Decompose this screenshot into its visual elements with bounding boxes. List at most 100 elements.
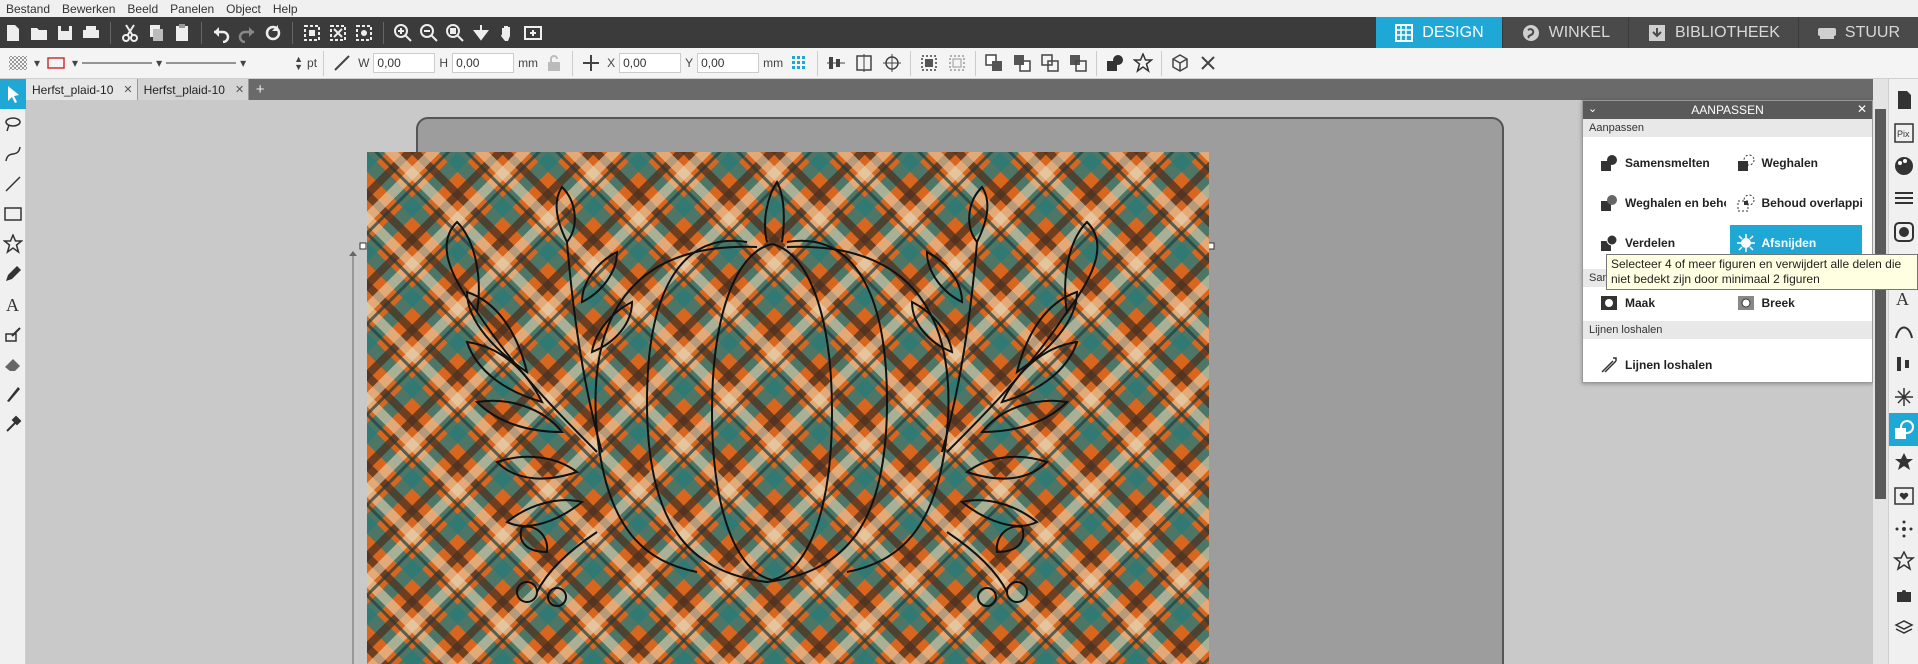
tab-design[interactable]: DESIGN — [1375, 17, 1502, 48]
rectangle-tool-icon[interactable] — [0, 199, 26, 229]
layers-icon[interactable] — [1889, 611, 1918, 644]
chevron-down-icon[interactable]: ▾ — [156, 56, 162, 70]
library-heart-icon[interactable] — [1889, 479, 1918, 512]
send-backward-icon[interactable] — [1066, 51, 1090, 75]
save-icon[interactable] — [52, 20, 78, 46]
menu-beeld[interactable]: Beeld — [121, 2, 164, 16]
copy-icon[interactable] — [143, 20, 169, 46]
line-style-panel-icon[interactable] — [1889, 182, 1918, 215]
transform-icon[interactable] — [1889, 380, 1918, 413]
text-tool-icon[interactable]: A — [0, 289, 26, 319]
select-tool-icon[interactable] — [0, 79, 26, 109]
menu-bestand[interactable]: Bestand — [0, 2, 56, 16]
star-tool-icon[interactable] — [0, 229, 26, 259]
align-panel-icon[interactable] — [1889, 347, 1918, 380]
center-align-icon[interactable] — [852, 51, 876, 75]
close-icon[interactable] — [1196, 51, 1220, 75]
modify-panel-icon[interactable] — [1888, 413, 1918, 446]
add-page-icon[interactable] — [520, 20, 546, 46]
subtract-button[interactable]: Weghalen — [1730, 145, 1863, 181]
line-color-icon[interactable] — [44, 51, 68, 75]
doc-tab-1[interactable]: Herfst_plaid-10 ✕ — [26, 79, 138, 100]
edit-tool-icon[interactable] — [0, 319, 26, 349]
zoom-out-icon[interactable] — [416, 20, 442, 46]
tab-winkel[interactable]: WINKEL — [1501, 17, 1628, 48]
paste-icon[interactable] — [169, 20, 195, 46]
zoom-in-icon[interactable] — [390, 20, 416, 46]
reference-point-icon[interactable] — [787, 51, 811, 75]
vertical-scrollbar[interactable] — [1873, 79, 1888, 664]
fill-pattern-panel-icon[interactable] — [1889, 215, 1918, 248]
doc-tab-2[interactable]: Herfst_plaid-10 ✕ — [137, 79, 250, 100]
weld-button[interactable]: Samensmelten — [1593, 145, 1726, 181]
pencil-tool-icon[interactable] — [0, 259, 26, 289]
redo-icon[interactable] — [234, 20, 260, 46]
refresh-icon[interactable] — [260, 20, 286, 46]
release-compound-button[interactable]: Breek — [1730, 289, 1863, 317]
selection-handle[interactable] — [359, 242, 367, 250]
line-end-icon[interactable] — [166, 58, 237, 68]
chevron-down-icon[interactable]: ▾ — [240, 56, 246, 70]
print-icon[interactable] — [78, 20, 104, 46]
new-file-icon[interactable] — [0, 20, 26, 46]
line-tool-icon[interactable] — [0, 169, 26, 199]
center-to-page-icon[interactable] — [880, 51, 904, 75]
subtract-all-button[interactable]: Weghalen en beho — [1593, 185, 1726, 221]
panel-close-icon[interactable]: ✕ — [1857, 102, 1867, 116]
cut-icon[interactable] — [117, 20, 143, 46]
modify-shape-icon[interactable] — [1103, 51, 1127, 75]
menu-bewerken[interactable]: Bewerken — [56, 2, 121, 16]
make-compound-button[interactable]: Maak — [1593, 289, 1726, 317]
align-icon[interactable] — [824, 51, 848, 75]
width-input[interactable] — [373, 53, 436, 73]
select-by-color-icon[interactable] — [351, 20, 377, 46]
move-down-icon[interactable] — [468, 20, 494, 46]
zoom-fit-icon[interactable] — [442, 20, 468, 46]
star-outline-icon[interactable] — [1889, 545, 1918, 578]
close-tab-icon[interactable]: ✕ — [123, 83, 132, 96]
3d-box-icon[interactable] — [1168, 51, 1192, 75]
y-input[interactable] — [697, 53, 760, 73]
menu-panelen[interactable]: Panelen — [164, 2, 220, 16]
eraser-tool-icon[interactable] — [0, 349, 26, 379]
bring-forward-icon[interactable] — [1038, 51, 1062, 75]
undo-icon[interactable] — [208, 20, 234, 46]
knife-tool-icon[interactable] — [0, 379, 26, 409]
star-icon[interactable] — [1131, 51, 1155, 75]
intersect-button[interactable]: Behoud overlappin — [1730, 185, 1862, 221]
pan-hand-icon[interactable] — [494, 20, 520, 46]
fill-pattern-icon[interactable] — [6, 51, 30, 75]
replicate-icon[interactable] — [1889, 446, 1918, 479]
open-folder-icon[interactable] — [26, 20, 52, 46]
ungroup-icon[interactable] — [945, 51, 969, 75]
menu-object[interactable]: Object — [220, 2, 267, 16]
eyedropper-tool-icon[interactable] — [0, 409, 26, 439]
x-input[interactable] — [619, 53, 682, 73]
send-back-icon[interactable] — [1010, 51, 1034, 75]
chevron-down-icon[interactable]: ▾ — [72, 56, 78, 70]
text-path-icon[interactable] — [1889, 314, 1918, 347]
deselect-icon[interactable] — [325, 20, 351, 46]
offset-dots-icon[interactable] — [1889, 512, 1918, 545]
page-setup-icon[interactable] — [1889, 83, 1918, 116]
close-tab-icon[interactable]: ✕ — [235, 83, 244, 96]
tab-stuur[interactable]: STUUR — [1797, 17, 1918, 48]
plaid-artwork[interactable] — [367, 152, 1209, 664]
select-all-icon[interactable] — [299, 20, 325, 46]
scrollbar-thumb[interactable] — [1875, 109, 1886, 499]
pixscan-icon[interactable]: Pix — [1889, 116, 1918, 149]
lasso-tool-icon[interactable] — [0, 109, 26, 139]
release-lines-button[interactable]: Lijnen loshalen — [1593, 347, 1862, 383]
menu-help[interactable]: Help — [267, 2, 304, 16]
lock-icon[interactable] — [542, 51, 566, 75]
height-input[interactable] — [452, 53, 515, 73]
chevron-down-icon[interactable]: ▾ — [34, 56, 40, 70]
group-icon[interactable] — [917, 51, 941, 75]
curve-tool-icon[interactable] — [0, 139, 26, 169]
collapse-chevron-icon[interactable]: ⌄ — [1588, 102, 1597, 115]
add-tab-icon[interactable]: + — [249, 79, 271, 100]
line-style-icon[interactable] — [82, 58, 153, 68]
puzzle-icon[interactable] — [1889, 578, 1918, 611]
palette-icon[interactable] — [1889, 149, 1918, 182]
stroke-stepper[interactable]: ▲ ▼ — [294, 55, 303, 72]
